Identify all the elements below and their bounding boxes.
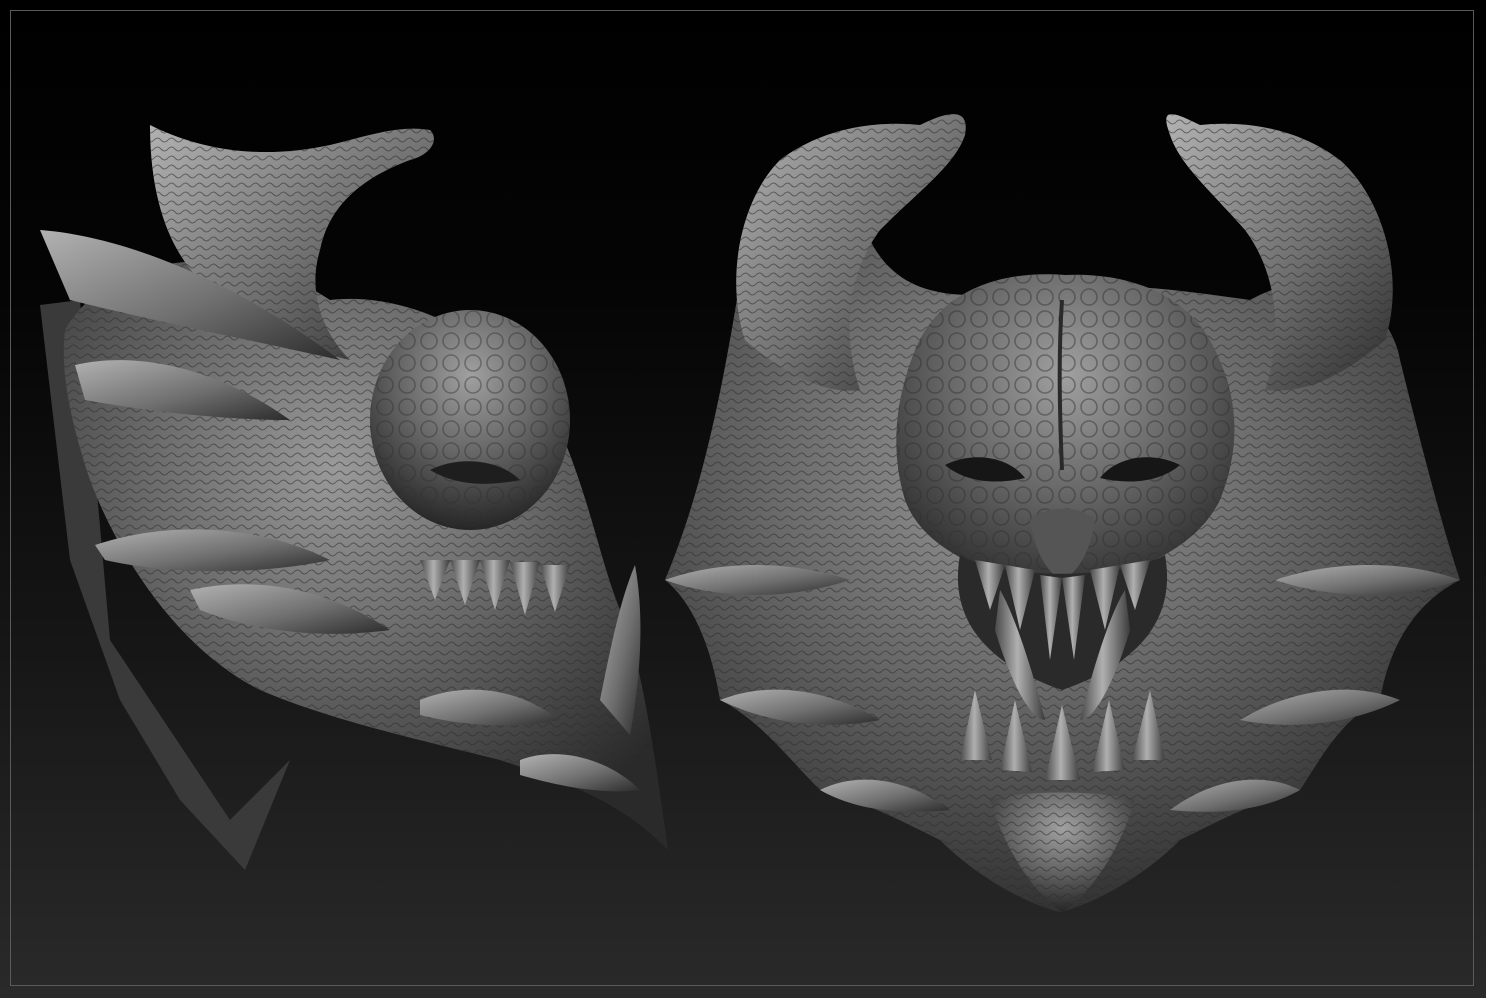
render-scene bbox=[40, 114, 1460, 912]
creature-head-side-view bbox=[40, 125, 668, 870]
creature-head-front-view bbox=[665, 114, 1460, 912]
render-viewport bbox=[0, 0, 1486, 998]
